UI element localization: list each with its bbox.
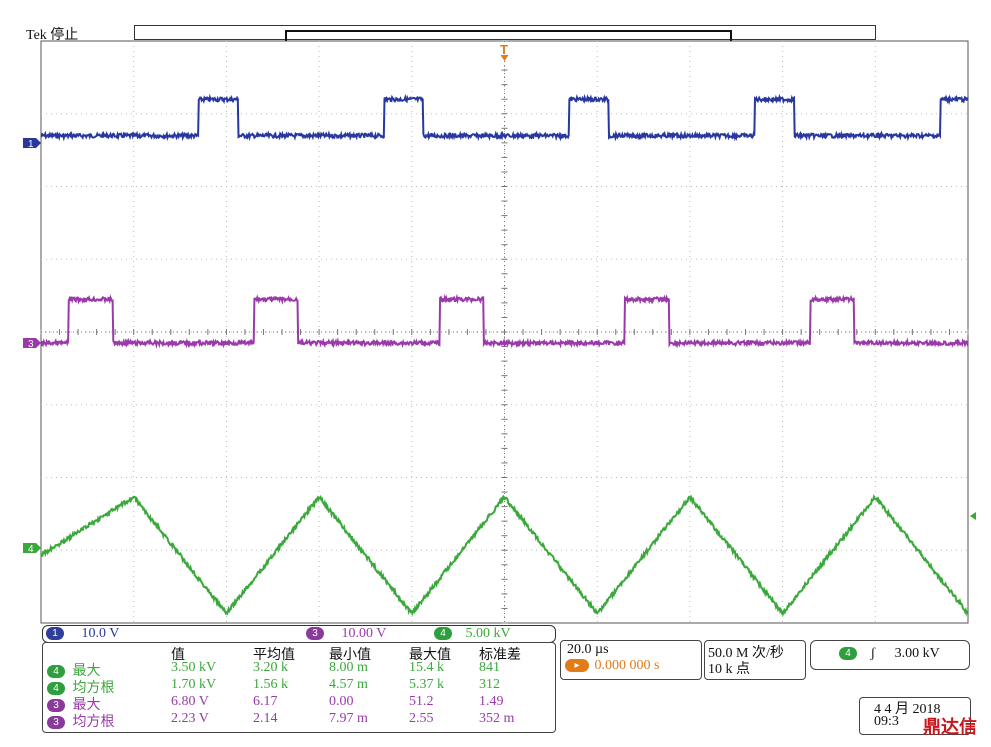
ch1-ground-marker: 1 [23,138,41,150]
measurement-stddev: 312 [479,677,500,692]
trigger-position-icon: ▸ [565,659,589,673]
measurement-min: 7.97 m [329,711,368,726]
ch3-scale: 3 10.00 V [306,626,386,642]
timebase-position: ▸ 0.000 000 s [565,658,659,674]
trigger-source-badge: 4 [839,647,857,661]
channel-markers: 1 3 4 [23,55,976,555]
measurement-min: 8.00 m [329,660,368,675]
trigger-level-marker [970,512,976,520]
measurement-value: 2.23 V [171,711,209,726]
trigger-position-marker: T [500,42,508,57]
trigger-readout: 4 ʃ 3.00 kV [839,646,940,662]
ch1-badge: 1 [46,627,64,641]
graticule [40,40,969,624]
ch1-scale-value: 10.0 V [81,626,120,641]
ch3-badge: 3 [47,716,65,730]
ch1-marker-label: 1 [28,139,34,150]
measurement-value: 3.50 kV [171,660,217,675]
measurement-mean: 3.20 k [253,660,288,675]
ch3-scale-value: 10.00 V [341,626,387,641]
measurement-value: 1.70 kV [171,677,217,692]
measurement-stddev: 841 [479,660,500,675]
measurement-mean: 2.14 [253,711,278,726]
measurement-max: 2.55 [409,711,434,726]
time-label: 09:3 [874,714,899,729]
record-length: 10 k 点 [708,662,750,677]
watermark-logo: 鼎达信 [923,717,977,738]
measurement-mean: 1.56 k [253,677,288,692]
ch3-ground-marker: 3 [23,338,41,350]
ch1-scale: 1 10.0 V [46,626,119,642]
timebase-scale: 20.0 µs [567,642,609,657]
ch3-badge: 3 [306,627,324,641]
trigger-slope-icon: ʃ [870,646,876,661]
ch4-scale-value: 5.00 kV [465,626,511,641]
measurement-min: 4.57 m [329,677,368,692]
measurement-name: 均方根 [72,715,115,730]
ch4-scale: 4 5.00 kV [434,626,511,642]
measurement-value: 6.80 V [171,694,209,709]
ch4-marker-label: 4 [28,544,34,555]
measurement-min: 0.00 [329,694,354,709]
ch4-badge: 4 [434,627,452,641]
trigger-level: 3.00 kV [894,646,940,661]
timebase-panel: 20.0 µs ▸ 0.000 000 s [560,640,702,680]
scope-status: Tek 停止 [26,28,79,43]
acquisition-panel: 50.0 M 次/秒 10 k 点 [704,640,806,680]
measurement-table: 值 平均值 最小值 最大值 标准差 4 最大 3.50 kV 3.20 k 8.… [42,642,556,733]
measurement-mean: 6.17 [253,694,278,709]
record-window [285,30,732,41]
trigger-panel: 4 ʃ 3.00 kV [810,640,970,670]
timebase-position-value: 0.000 000 s [594,658,660,673]
ch3-marker-label: 3 [28,339,34,350]
measurement-row: 3 均方根 [47,711,115,731]
measurement-max: 5.37 k [409,677,444,692]
measurement-stddev: 1.49 [479,694,504,709]
measurement-max: 51.2 [409,694,434,709]
ch4-ground-marker: 4 [23,543,41,555]
measurement-stddev: 352 m [479,711,515,726]
measurement-max: 15.4 k [409,660,444,675]
